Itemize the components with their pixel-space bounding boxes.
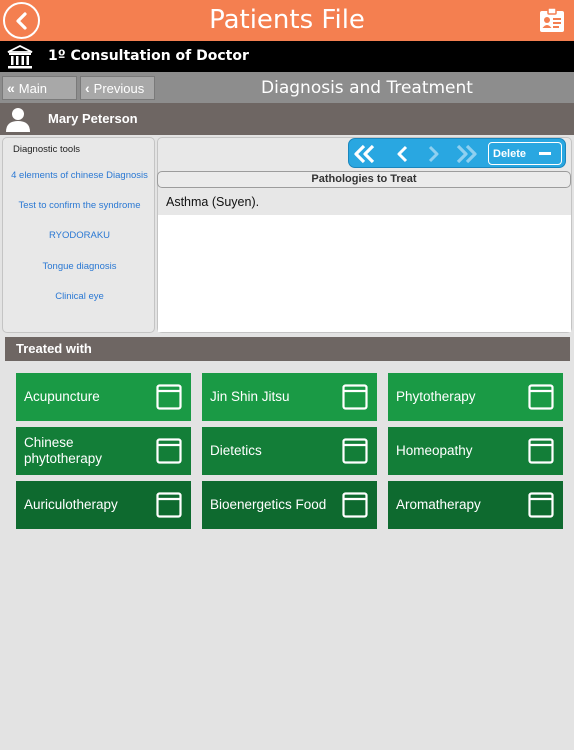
- treatment-tile-homeopathy[interactable]: Homeopathy: [388, 427, 563, 475]
- consultation-bar: 1º Consultation of Doctor: [0, 41, 574, 72]
- calendar-icon: [342, 492, 368, 518]
- treatment-label: Acupuncture: [24, 389, 100, 404]
- last-record-icon[interactable]: [453, 144, 479, 164]
- treatment-tile-phytotherapy[interactable]: Phytotherapy: [388, 373, 563, 421]
- treatment-tile-aromatherapy[interactable]: Aromatherapy: [388, 481, 563, 529]
- previous-record-icon[interactable]: [389, 144, 415, 164]
- treatment-tile-acupuncture[interactable]: Acupuncture: [16, 373, 191, 421]
- calendar-icon: [528, 384, 554, 410]
- pathologies-header: Pathologies to Treat: [157, 171, 571, 188]
- previous-button[interactable]: ‹ Previous: [80, 76, 155, 100]
- calendar-icon: [156, 438, 182, 464]
- treatment-tile-auriculotherapy[interactable]: Auriculotherapy: [16, 481, 191, 529]
- minus-icon: [539, 152, 551, 155]
- person-icon: [6, 108, 30, 132]
- main-button-label: Main: [18, 80, 47, 96]
- treatment-label: Dietetics: [210, 443, 262, 458]
- treatment-label: Aromatherapy: [396, 497, 481, 512]
- patient-bar: Mary Peterson: [0, 103, 574, 135]
- double-chevron-left-icon: «: [7, 80, 15, 96]
- consultation-title: 1º Consultation of Doctor: [48, 48, 249, 64]
- treatment-label: Chinese phytotherapy: [24, 435, 103, 466]
- main-button[interactable]: « Main: [2, 76, 77, 100]
- title-bar: Patients File: [0, 0, 574, 41]
- delete-button[interactable]: Delete: [488, 142, 562, 165]
- treatment-tile-dietetics[interactable]: Dietetics: [202, 427, 377, 475]
- treatment-label: Jin Shin Jitsu: [210, 389, 290, 404]
- diag-link-confirm-syndrome[interactable]: Test to confirm the syndrome: [3, 200, 156, 211]
- patient-name: Mary Peterson: [48, 111, 138, 126]
- calendar-icon: [528, 438, 554, 464]
- calendar-icon: [156, 492, 182, 518]
- next-record-icon[interactable]: [421, 144, 447, 164]
- treatment-grid: Acupuncture Jin Shin Jitsu Phytotherapy …: [5, 361, 570, 750]
- diagnostic-tools-panel: Diagnostic tools 4 elements of chinese D…: [2, 137, 155, 333]
- treatment-label: Auriculotherapy: [24, 497, 118, 512]
- app-title: Patients File: [209, 5, 365, 35]
- diag-link-ryodoraku[interactable]: RYODORAKU: [3, 230, 156, 241]
- treatment-tile-bioenergetics-food[interactable]: Bioenergetics Food: [202, 481, 377, 529]
- navigation-bar: « Main ‹ Previous Diagnosis and Treatmen…: [0, 72, 574, 103]
- diag-link-four-elements[interactable]: 4 elements of chinese Diagnosis: [3, 170, 156, 181]
- treated-with-header: Treated with: [5, 337, 570, 361]
- treatment-label: Phytotherapy: [396, 389, 476, 404]
- treatment-tile-chinese-phytotherapy[interactable]: Chinese phytotherapy: [16, 427, 191, 475]
- record-navigation-toolbar: Delete: [348, 138, 566, 168]
- section-title: Diagnosis and Treatment: [261, 78, 473, 98]
- id-card-icon[interactable]: [538, 6, 566, 34]
- delete-button-label: Delete: [493, 147, 527, 160]
- first-record-icon[interactable]: [352, 144, 378, 164]
- treatment-tile-jin-shin-jitsu[interactable]: Jin Shin Jitsu: [202, 373, 377, 421]
- diag-link-tongue[interactable]: Tongue diagnosis: [3, 261, 156, 272]
- calendar-icon: [528, 492, 554, 518]
- calendar-icon: [342, 438, 368, 464]
- calendar-icon: [342, 384, 368, 410]
- treatment-label: Bioenergetics Food: [210, 497, 327, 512]
- calendar-icon: [156, 384, 182, 410]
- diag-link-clinical-eye[interactable]: Clinical eye: [3, 291, 156, 302]
- treatment-label: Homeopathy: [396, 443, 473, 458]
- diagnostic-tools-header: Diagnostic tools: [13, 144, 81, 155]
- previous-button-label: Previous: [93, 80, 145, 96]
- pathologies-list: Asthma (Suyen).: [158, 189, 571, 332]
- pathology-row[interactable]: Asthma (Suyen).: [158, 189, 571, 215]
- hospital-building-icon: [7, 44, 33, 69]
- chevron-left-icon: ‹: [85, 80, 90, 96]
